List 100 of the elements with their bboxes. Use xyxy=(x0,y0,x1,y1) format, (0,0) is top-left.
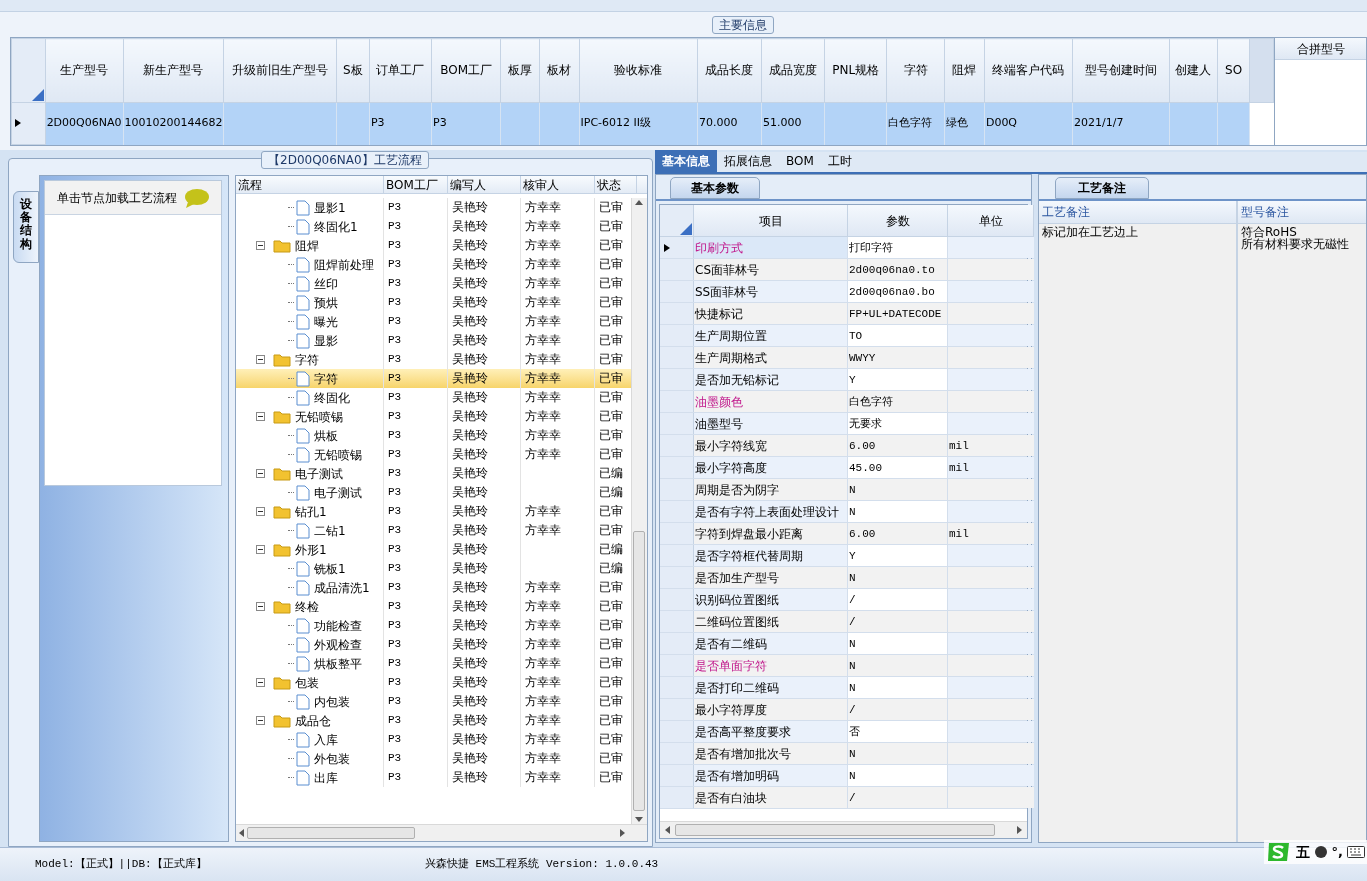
tab[interactable]: 工时 xyxy=(820,150,859,172)
column-header[interactable]: 流程 xyxy=(236,176,384,193)
tree-item-label[interactable]: 预烘 xyxy=(314,293,338,312)
table-cell: P3 xyxy=(388,524,402,536)
tree-item-label[interactable]: 无铅喷锡 xyxy=(314,445,362,464)
scrollbar-thumb[interactable] xyxy=(675,824,995,836)
column-header[interactable]: BOM工厂 xyxy=(384,176,448,193)
column-header[interactable]: 项目 xyxy=(694,205,848,237)
collapse-icon[interactable] xyxy=(256,678,265,687)
table-cell: / xyxy=(848,787,948,808)
note-text-area[interactable]: 符合RoHS 所有材料要求无磁性 xyxy=(1238,224,1366,842)
tree-item-label[interactable]: 外包装 xyxy=(314,749,350,768)
tab[interactable]: BOM xyxy=(779,150,821,172)
table-cell: 51.000 xyxy=(763,116,802,130)
tab[interactable]: 基本参数 xyxy=(670,177,760,199)
column-header[interactable]: 编写人 xyxy=(448,176,521,193)
tree-item-label[interactable]: 曝光 xyxy=(314,312,338,331)
tree-item-label[interactable]: 烘板整平 xyxy=(314,654,362,673)
collapse-icon[interactable] xyxy=(256,355,265,364)
folder-icon xyxy=(273,352,291,367)
tree-item-label[interactable]: 字符 xyxy=(314,369,338,388)
column-header[interactable]: 升级前旧生产型号 xyxy=(224,38,337,103)
tab[interactable]: 工艺备注 xyxy=(1055,177,1149,199)
column-header[interactable]: S板 xyxy=(336,38,370,103)
tab[interactable]: 拓展信息 xyxy=(717,150,779,172)
collapse-icon[interactable] xyxy=(256,469,265,478)
collapse-icon[interactable] xyxy=(256,602,265,611)
tree-item-label[interactable]: 功能检查 xyxy=(314,616,362,635)
column-header[interactable]: 阻焊 xyxy=(944,38,985,103)
document-icon xyxy=(296,199,310,216)
tree-item-label[interactable]: 成品仓 xyxy=(295,711,331,730)
column-header[interactable]: 新生产型号 xyxy=(123,38,224,103)
tree-item-label[interactable]: 阻焊前处理 xyxy=(314,255,374,274)
column-header[interactable]: PNL规格 xyxy=(824,38,887,103)
tree-item-label[interactable]: 铣板1 xyxy=(314,559,346,578)
column-header[interactable]: 验收标准 xyxy=(579,38,698,103)
column-header[interactable]: 参数 xyxy=(848,205,948,237)
tree-item-label[interactable]: 显影 xyxy=(314,331,338,350)
column-header xyxy=(1249,38,1274,103)
tree-item-label[interactable]: 外形1 xyxy=(295,540,327,559)
tree-item-label[interactable]: 丝印 xyxy=(314,274,338,293)
document-icon xyxy=(296,370,310,387)
ime-mode[interactable]: 五 xyxy=(1295,841,1310,863)
tree-item-label[interactable]: 阻焊 xyxy=(295,236,319,255)
column-header[interactable]: BOM工厂 xyxy=(431,38,501,103)
tab[interactable]: 基本信息 xyxy=(655,150,717,172)
tree-item-label[interactable]: 内包装 xyxy=(314,692,350,711)
column-header[interactable]: 板厚 xyxy=(500,38,540,103)
column-header[interactable]: 生产型号 xyxy=(45,38,123,103)
note-text-area[interactable]: 标记加在工艺边上 xyxy=(1039,224,1236,842)
column-header[interactable]: 字符 xyxy=(886,38,945,103)
tree-item-label[interactable]: 入库 xyxy=(314,730,338,749)
column-header[interactable]: 状态 xyxy=(595,176,637,193)
column-header[interactable]: 成品长度 xyxy=(697,38,762,103)
side-tab[interactable]: 设备结构 xyxy=(13,191,39,263)
tree-item-label[interactable]: 钻孔1 xyxy=(295,502,327,521)
tree-item-label[interactable]: 包装 xyxy=(295,673,319,692)
tree-item-label[interactable]: 终固化1 xyxy=(314,217,358,236)
row-header[interactable] xyxy=(660,237,694,258)
tree-item-label[interactable]: 显影1 xyxy=(314,198,346,217)
tree-item-label[interactable]: 无铅喷锡 xyxy=(295,407,343,426)
horizontal-scrollbar[interactable] xyxy=(236,824,647,841)
tree-item-label[interactable]: 外观检查 xyxy=(314,635,362,654)
column-header[interactable]: 订单工厂 xyxy=(369,38,432,103)
table-cell: 已审 xyxy=(599,694,623,708)
scrollbar-thumb[interactable] xyxy=(633,531,646,811)
tree-item-label[interactable]: 二钻1 xyxy=(314,521,346,540)
column-header[interactable]: 成品宽度 xyxy=(761,38,825,103)
table-cell: 2D00Q06NA0 xyxy=(46,116,122,130)
column-header[interactable]: 终端客户代码 xyxy=(984,38,1073,103)
collapse-icon[interactable] xyxy=(256,412,265,421)
table-cell: Y xyxy=(848,369,948,390)
column-header[interactable]: 型号创建时间 xyxy=(1072,38,1170,103)
table-cell: N xyxy=(848,567,948,588)
column-header[interactable]: 板材 xyxy=(539,38,579,103)
tree-item-label[interactable]: 终检 xyxy=(295,597,319,616)
column-header[interactable]: 单位 xyxy=(948,205,1034,237)
ime-punctuation[interactable]: °, xyxy=(1331,842,1343,862)
table-cell: 已审 xyxy=(599,504,623,518)
column-header[interactable]: 创建人 xyxy=(1169,38,1218,103)
document-icon xyxy=(296,579,310,596)
column-header[interactable]: 核审人 xyxy=(521,176,595,193)
table-cell: 已审 xyxy=(599,333,623,347)
tree-item-label[interactable]: 烘板 xyxy=(314,426,338,445)
tree-item-label[interactable]: 终固化 xyxy=(314,388,350,407)
vertical-scrollbar[interactable] xyxy=(631,198,647,824)
tree-item-label[interactable]: 电子测试 xyxy=(314,483,362,502)
collapse-icon[interactable] xyxy=(256,545,265,554)
collapse-icon[interactable] xyxy=(256,241,265,250)
tree-item-label[interactable]: 字符 xyxy=(295,350,319,369)
tree-item-label[interactable]: 成品清洗1 xyxy=(314,578,370,597)
column-header[interactable]: SO xyxy=(1217,38,1250,103)
tree-item-label[interactable]: 电子测试 xyxy=(295,464,343,483)
collapse-icon[interactable] xyxy=(256,716,265,725)
scrollbar-thumb[interactable] xyxy=(247,827,415,839)
horizontal-scrollbar[interactable] xyxy=(660,821,1027,838)
table-cell: 70.000 xyxy=(698,116,738,130)
column-header[interactable]: 合拼型号 xyxy=(1275,38,1366,60)
collapse-icon[interactable] xyxy=(256,507,265,516)
tree-item-label[interactable]: 出库 xyxy=(314,768,338,787)
